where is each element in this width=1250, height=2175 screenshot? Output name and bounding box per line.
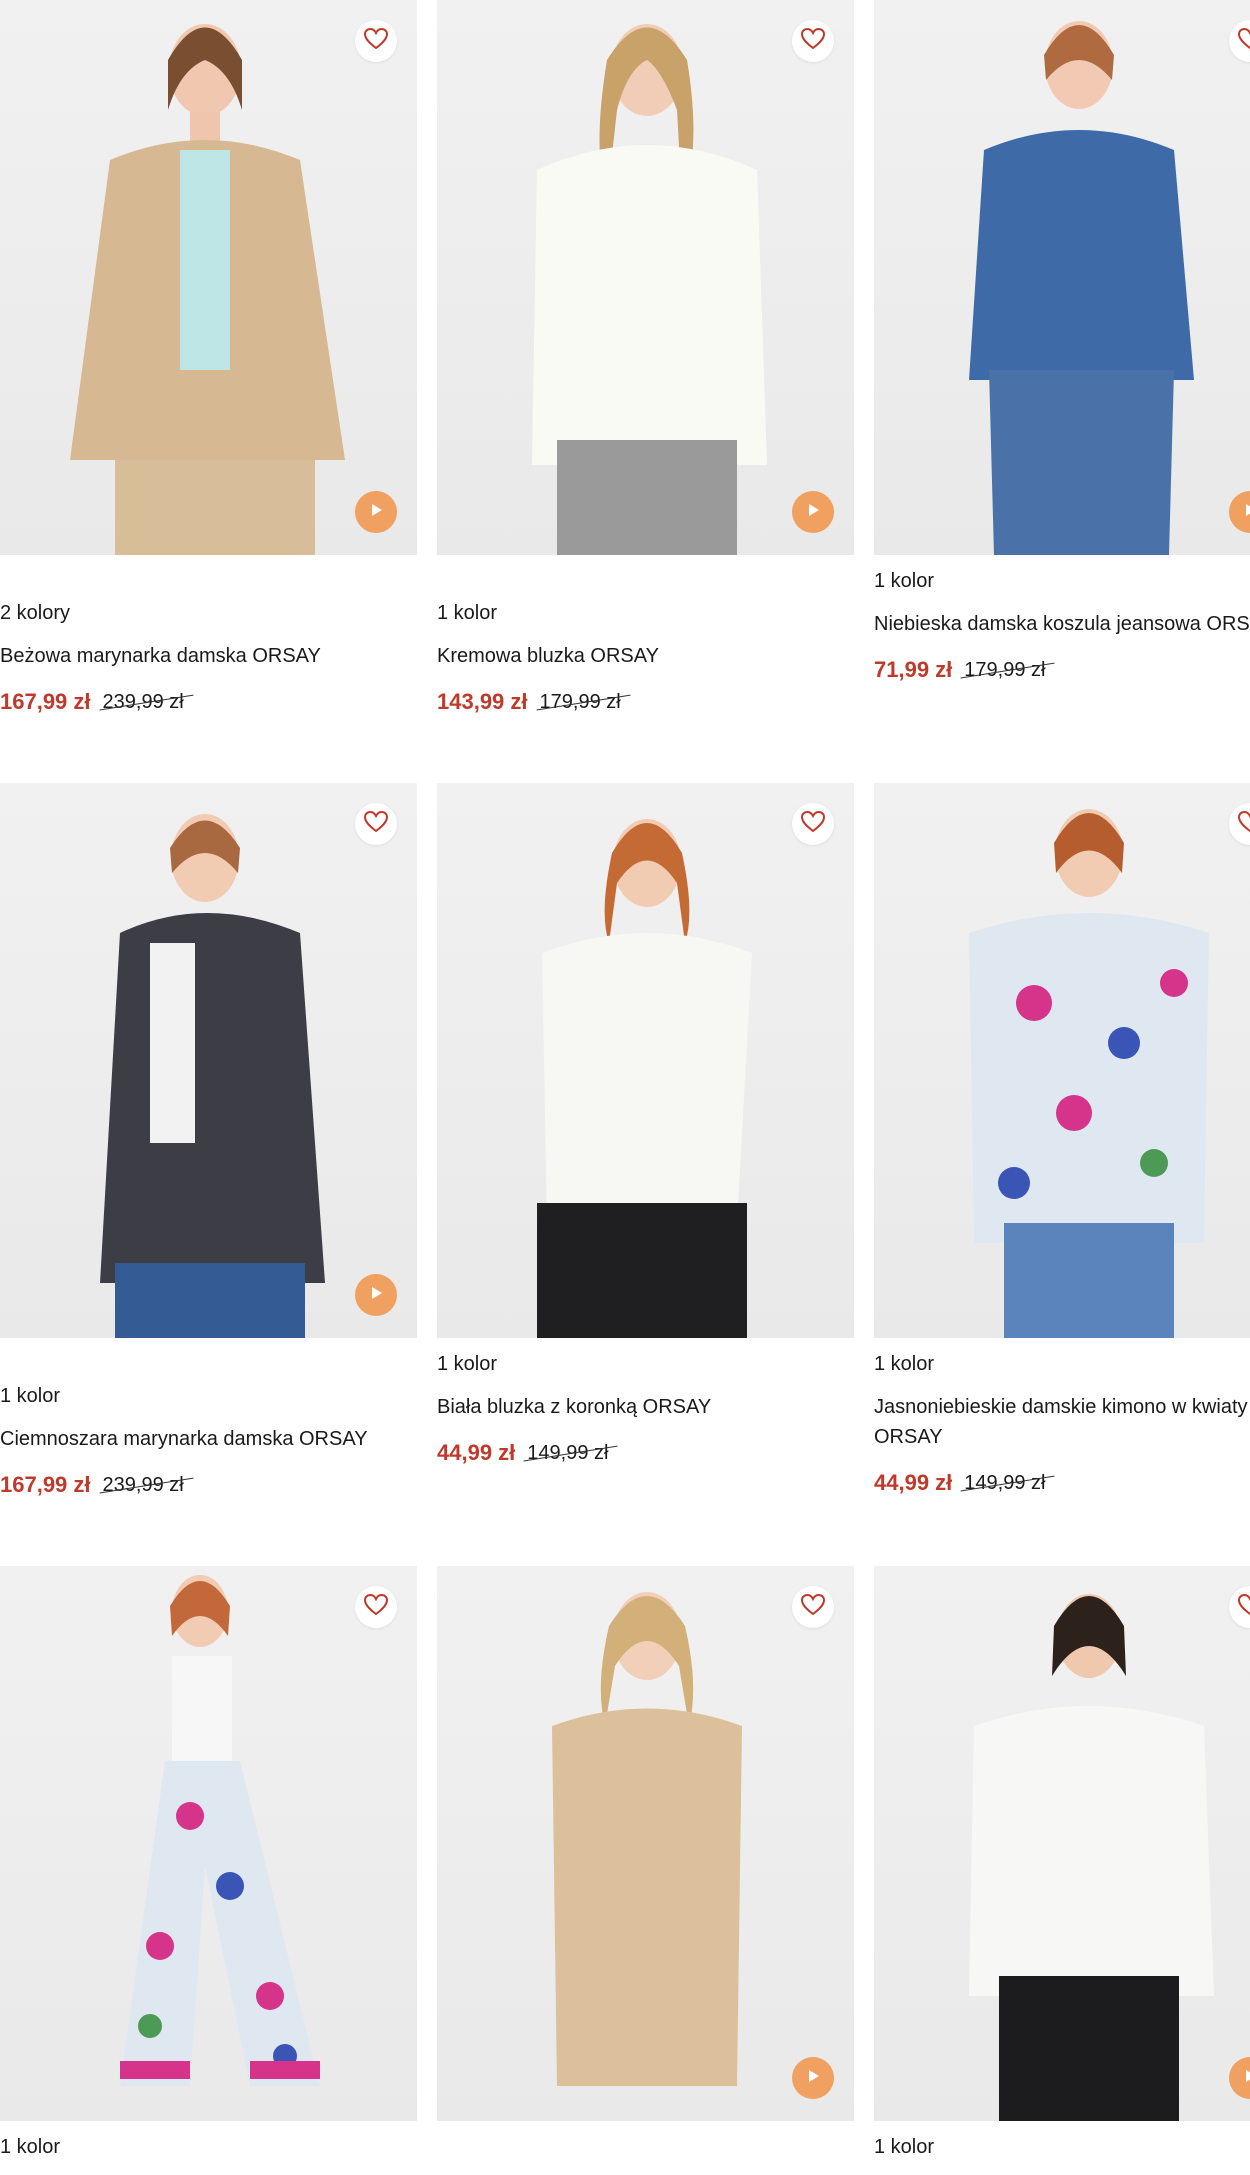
model-photo	[552, 1592, 742, 2086]
model-photo	[537, 819, 752, 1338]
play-icon	[1242, 502, 1250, 523]
model-photo	[969, 21, 1194, 555]
model-photo	[532, 24, 767, 555]
favorite-button[interactable]	[792, 1586, 834, 1628]
product-card[interactable]: 1 kolor Niebieska damska koszula jeansow…	[874, 0, 1250, 683]
color-count: 1 kolor	[874, 2136, 935, 2158]
play-video-button[interactable]	[355, 1274, 397, 1316]
play-icon	[805, 2068, 821, 2089]
sale-price: 167,99 zł	[0, 1472, 91, 1497]
sale-price: 44,99 zł	[874, 1470, 953, 1495]
product-card[interactable]: 1 kolor Ciemnoszara marynarka damska ORS…	[0, 783, 417, 1498]
favorite-button[interactable]	[355, 1586, 397, 1628]
product-image[interactable]	[437, 1566, 854, 2121]
old-price: 239,99 zł	[102, 1474, 184, 1496]
product-name[interactable]: Ciemnoszara marynarka damska ORSAY	[0, 1424, 417, 1454]
product-card[interactable]: 1 kolor Jasnoniebieskie damskie kimono w…	[874, 783, 1250, 1496]
favorite-button[interactable]	[792, 20, 834, 62]
color-count: 1 kolor	[874, 570, 935, 592]
heart-icon	[1237, 27, 1250, 55]
product-image[interactable]	[874, 0, 1250, 555]
product-image[interactable]	[437, 783, 854, 1338]
product-name[interactable]: Biała bluzka z koronką ORSAY	[437, 1392, 854, 1422]
color-count: 1 kolor	[0, 2136, 61, 2158]
heart-icon	[363, 27, 389, 55]
product-name[interactable]: Kremowa bluzka ORSAY	[437, 641, 854, 671]
sale-price: 167,99 zł	[0, 689, 91, 714]
product-image[interactable]	[874, 783, 1250, 1338]
product-image[interactable]	[874, 1566, 1250, 2121]
play-video-button[interactable]	[792, 491, 834, 533]
play-icon	[368, 502, 384, 523]
play-video-button[interactable]	[792, 2057, 834, 2099]
heart-icon	[800, 1593, 826, 1621]
heart-icon	[363, 1593, 389, 1621]
product-card[interactable]: 2 kolory Beżowa marynarka damska ORSAY 1…	[0, 0, 417, 715]
favorite-button[interactable]	[792, 803, 834, 845]
product-image[interactable]	[0, 783, 417, 1338]
product-card[interactable]: 1 kolor	[0, 1566, 417, 2175]
color-count: 1 kolor	[874, 1353, 935, 1375]
product-image[interactable]	[437, 0, 854, 555]
model-photo	[120, 1575, 320, 2086]
product-card[interactable]	[437, 1566, 854, 2121]
sale-price: 143,99 zł	[437, 689, 528, 714]
product-name[interactable]: Niebieska damska koszula jeansowa ORSAY	[874, 609, 1250, 639]
heart-icon	[800, 810, 826, 838]
play-video-button[interactable]	[355, 491, 397, 533]
old-price: 149,99 zł	[964, 1472, 1046, 1494]
old-price: 239,99 zł	[102, 691, 184, 713]
heart-icon	[363, 810, 389, 838]
favorite-button[interactable]	[355, 20, 397, 62]
old-price: 179,99 zł	[539, 691, 621, 713]
product-image[interactable]	[0, 0, 417, 555]
product-card[interactable]: 1 kolor Kremowa bluzka ORSAY 143,99 zł 1…	[437, 0, 854, 715]
play-icon	[805, 502, 821, 523]
old-price: 179,99 zł	[964, 659, 1046, 681]
product-image[interactable]	[0, 1566, 417, 2121]
favorite-button[interactable]	[355, 803, 397, 845]
heart-icon	[800, 27, 826, 55]
heart-icon	[1237, 1593, 1250, 1621]
model-photo	[70, 24, 345, 555]
product-name[interactable]: Beżowa marynarka damska ORSAY	[0, 641, 417, 671]
product-name[interactable]: Jasnoniebieskie damskie kimono w kwiaty …	[874, 1392, 1250, 1452]
model-photo	[969, 1594, 1214, 2121]
sale-price: 71,99 zł	[874, 657, 953, 682]
product-card[interactable]: 1 kolor	[874, 1566, 1250, 2175]
model-photo	[100, 814, 325, 1338]
play-icon	[368, 1285, 384, 1306]
model-photo	[969, 809, 1209, 1338]
sale-price: 44,99 zł	[437, 1440, 516, 1465]
play-icon	[1242, 2068, 1250, 2089]
color-count: 1 kolor	[437, 602, 498, 624]
heart-icon	[1237, 810, 1250, 838]
product-card[interactable]: 1 kolor Biała bluzka z koronką ORSAY 44,…	[437, 783, 854, 1466]
color-count: 2 kolory	[0, 602, 71, 624]
old-price: 149,99 zł	[527, 1442, 609, 1464]
color-count: 1 kolor	[437, 1353, 498, 1375]
color-count: 1 kolor	[0, 1385, 61, 1407]
